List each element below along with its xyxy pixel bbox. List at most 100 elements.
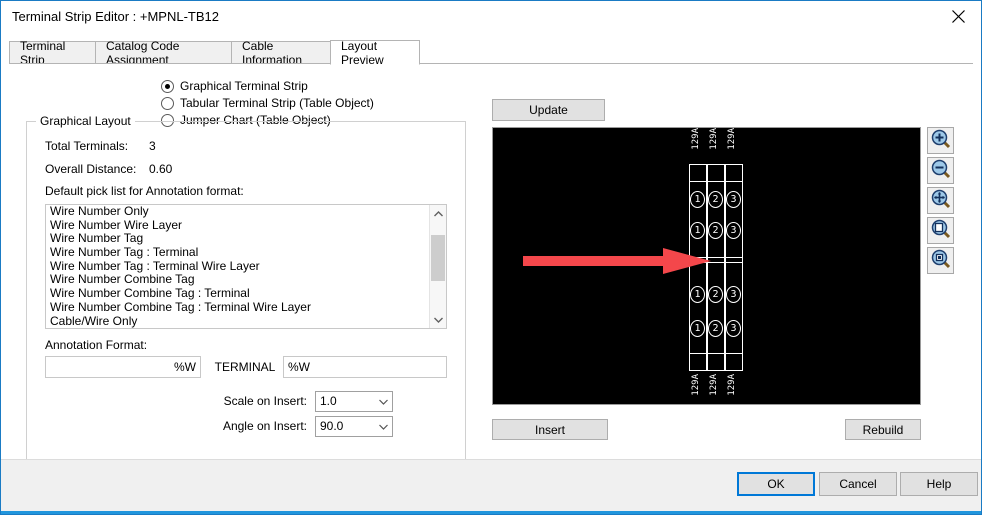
rebuild-button[interactable]: Rebuild [845,419,921,440]
radio-graphical-terminal-strip[interactable]: Graphical Terminal Strip [161,78,374,94]
dialog-footer: OK Cancel Help [1,459,981,514]
zoom-previous-button[interactable] [927,247,954,274]
annotation-arrow [523,246,713,276]
terminal-number: 3 [726,286,741,303]
tab-terminal-strip[interactable]: Terminal Strip [9,39,96,67]
scale-on-insert-label: Scale on Insert: [223,394,307,408]
picklist-label: Default pick list for Annotation format: [45,184,244,198]
radio-mark-icon [161,96,174,110]
strip-rail [689,164,743,165]
tab-label: Layout Preview [341,38,384,67]
tab-catalog-code-assignment[interactable]: Catalog Code Assignment [95,39,232,67]
chevron-down-icon [379,417,388,436]
window-bottom-accent [1,511,981,514]
radio-mark-icon [161,79,174,93]
help-button-label: Help [926,477,952,491]
terminal-number: 2 [708,320,723,337]
total-terminals-value: 3 [149,139,156,153]
layout-preview-panel: Graphical Terminal Strip Tabular Termina… [9,64,973,462]
update-button[interactable]: Update [492,99,605,121]
scroll-down-icon[interactable] [430,311,446,328]
bottom-wire-label: 129A [691,374,701,396]
zoom-previous-icon [931,249,951,272]
terminal-number: 1 [690,320,705,337]
zoom-extents-button[interactable] [927,187,954,214]
radio-tabular-terminal-strip[interactable]: Tabular Terminal Strip (Table Object) [161,95,374,111]
terminal-number: 3 [726,320,741,337]
scale-on-insert-select[interactable]: 1.0 [315,391,393,412]
listbox-scrollbar[interactable] [429,205,446,328]
zoom-in-icon [931,129,951,152]
tab-cable-information[interactable]: Cable Information [231,39,331,67]
strip-rail [689,181,743,182]
top-wire-label: 129A [727,128,737,150]
insert-button-label: Insert [534,422,565,437]
cancel-button[interactable]: Cancel [819,472,897,496]
list-item[interactable]: Wire Number Combine Tag [46,273,429,287]
bottom-wire-label: 129A [727,374,737,396]
overall-distance-label: Overall Distance: [45,162,137,176]
group-title: Graphical Layout [36,114,135,128]
annotation-terminal-label: TERMINAL [214,360,276,374]
list-item[interactable]: Cable/Wire Only [46,314,429,329]
insert-button[interactable]: Insert [492,419,608,440]
top-wire-label: 129A [691,128,701,150]
help-button[interactable]: Help [900,472,978,496]
terminal-number: 2 [708,191,723,208]
strip-rail [689,370,743,371]
terminal-number: 1 [690,191,705,208]
strip-rail [689,353,743,354]
tab-bar: Terminal Strip Catalog Code Assignment C… [9,38,973,67]
total-terminals-label: Total Terminals: [45,139,129,153]
radio-label: Tabular Terminal Strip (Table Object) [180,96,374,110]
overall-distance-value: 0.60 [149,162,173,176]
terminal-number: 3 [726,222,741,239]
tab-layout-preview[interactable]: Layout Preview [330,38,420,67]
zoom-out-button[interactable] [927,157,954,184]
bottom-wire-label: 129A [709,374,719,396]
title-bar: Terminal Strip Editor : +MPNL-TB12 [1,1,981,33]
cancel-button-label: Cancel [839,477,877,491]
zoom-window-button[interactable] [927,217,954,244]
annotation-format-listbox[interactable]: Wire Number Only Wire Number Wire Layer … [45,204,447,329]
scale-on-insert-value: 1.0 [320,394,337,408]
rebuild-button-label: Rebuild [862,422,904,437]
angle-on-insert-label: Angle on Insert: [222,419,307,433]
list-item[interactable]: Wire Number Tag : Terminal Wire Layer [46,259,429,274]
scroll-up-icon[interactable] [430,205,446,222]
terminal-number: 2 [708,222,723,239]
close-icon [951,9,965,23]
ok-button-label: OK [767,477,785,491]
angle-on-insert-select[interactable]: 90.0 [315,416,393,437]
list-item[interactable]: Wire Number Combine Tag : Terminal [46,286,429,301]
list-item[interactable]: Wire Number Tag : Terminal [46,245,429,260]
list-item[interactable]: Wire Number Wire Layer [46,218,429,233]
graphical-preview-canvas[interactable]: 129A 129A 129A 1 2 3 1 2 3 1 2 3 1 2 3 1… [492,127,921,405]
terminal-number: 3 [726,191,741,208]
update-button-label: Update [529,103,568,117]
annotation-left-input[interactable]: %W [45,356,201,378]
ok-button[interactable]: OK [737,472,815,496]
angle-on-insert-value: 90.0 [320,419,344,433]
window-title: Terminal Strip Editor : +MPNL-TB12 [12,9,219,24]
annotation-right-input[interactable]: %W [283,356,447,378]
list-item[interactable]: Wire Number Only [46,205,429,219]
scrollbar-thumb[interactable] [431,235,445,281]
annotation-format-label: Annotation Format: [45,338,148,352]
chevron-down-icon [379,392,388,411]
zoom-out-icon [931,159,951,182]
list-item[interactable]: Wire Number Tag [46,232,429,246]
zoom-in-button[interactable] [927,127,954,154]
graphical-layout-group: Graphical Layout Total Terminals: 3 Over… [26,114,466,462]
radio-label: Graphical Terminal Strip [180,79,308,93]
zoom-window-icon [931,219,951,242]
terminal-number: 1 [690,286,705,303]
close-button[interactable] [935,1,981,31]
list-item[interactable]: Wire Number Combine Tag : Terminal Wire … [46,300,429,315]
terminal-number: 1 [690,222,705,239]
terminal-strip-editor-window: Terminal Strip Editor : +MPNL-TB12 Termi… [0,0,982,515]
listbox-items: Wire Number Only Wire Number Wire Layer … [46,205,429,329]
list-item[interactable]: Cable/Wire Wire Layer [50,327,171,328]
zoom-extents-icon [931,189,951,212]
top-wire-label: 129A [709,128,719,150]
